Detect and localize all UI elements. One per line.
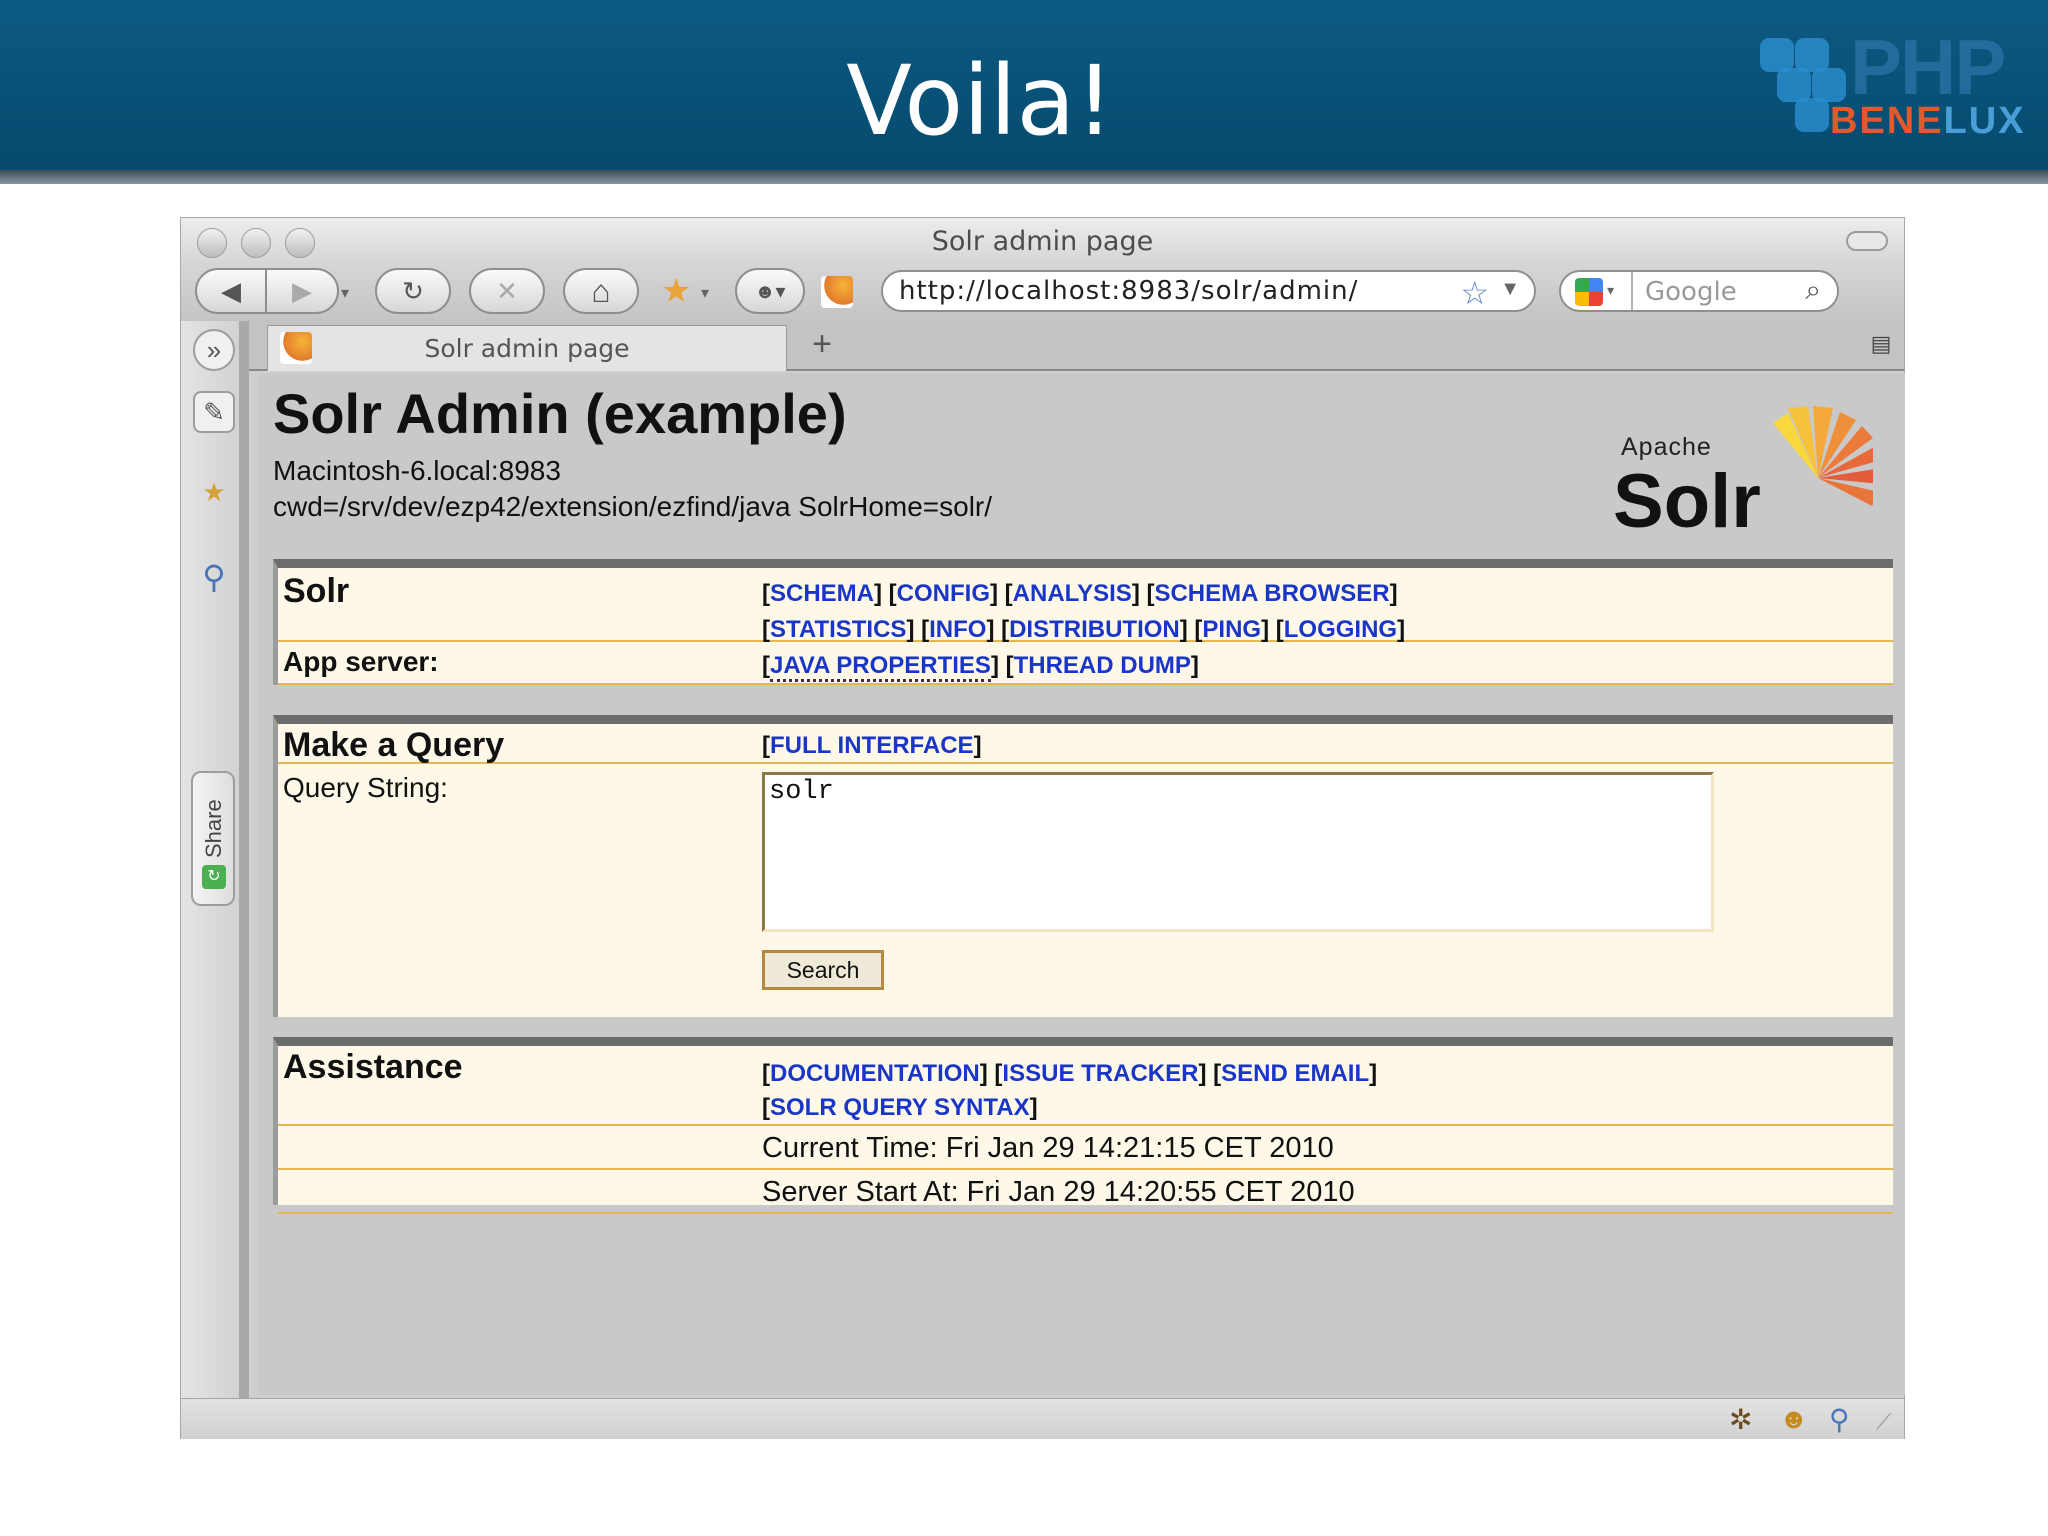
window-title: Solr admin page <box>931 226 1154 257</box>
ping-link[interactable]: PING <box>1202 616 1261 643</box>
stop-icon[interactable]: ✕ <box>469 268 545 314</box>
query-header-row: Make a Query [FULL INTERFACE] <box>278 724 1893 764</box>
solr-query-syntax-link[interactable]: SOLR QUERY SYNTAX <box>770 1094 1030 1121</box>
slide-title: Voila! <box>846 45 1114 157</box>
search-field[interactable]: ▾ Google ⌕ <box>1559 270 1839 312</box>
reload-icon[interactable]: ↻ <box>375 268 451 314</box>
query-string-value: solr <box>769 777 834 807</box>
apache-solr-logo: Apache Solr <box>1613 403 1873 553</box>
query-string-input[interactable]: solr <box>762 772 1714 932</box>
url-field[interactable]: http://localhost:8983/solr/admin/ ☆ ▼ <box>881 270 1536 312</box>
firebug-icon[interactable]: ✲ <box>1729 1403 1752 1436</box>
new-tab-button[interactable]: + <box>797 325 847 369</box>
send-email-link[interactable]: SEND EMAIL <box>1221 1060 1369 1087</box>
slide-header-divider <box>0 170 2048 184</box>
share-button[interactable]: Share ↻ <box>191 771 235 906</box>
app-server-row: App server: [JAVA PROPERTIES] [THREAD DU… <box>278 644 1893 685</box>
assistance-section-label: Assistance <box>283 1048 463 1086</box>
bookmark-icon[interactable]: ★ <box>193 471 235 513</box>
tab-solr-admin[interactable]: Solr admin page <box>267 325 787 371</box>
greasemonkey-icon[interactable]: ☻ <box>1779 1403 1808 1435</box>
distribution-link[interactable]: DISTRIBUTION <box>1009 616 1180 643</box>
current-time-text: Current Time: Fri Jan 29 14:21:15 CET 20… <box>762 1132 1334 1164</box>
php-benelux-logo: PHP BENELUX <box>1755 23 2025 145</box>
url-dropdown-icon[interactable]: ▼ <box>1500 278 1520 301</box>
tab-title: Solr admin page <box>424 334 630 363</box>
solr-logo-text: Solr <box>1613 459 1761 544</box>
assistance-panel: Assistance [DOCUMENTATION] [ISSUE TRACKE… <box>273 1037 1893 1214</box>
thread-dump-link[interactable]: THREAD DUMP <box>1014 652 1191 679</box>
host-text: Macintosh-6.local:8983 <box>273 455 561 486</box>
app-server-label: App server: <box>283 646 439 677</box>
window-titlebar: Solr admin page <box>181 218 1904 263</box>
engine-dropdown-icon[interactable]: ▾ <box>1607 282 1614 299</box>
page-content: Solr Admin (example) Macintosh-6.local:8… <box>258 373 1905 1395</box>
toolbar-toggle-button[interactable] <box>1846 231 1888 251</box>
solr-links-row1: [SCHEMA] [CONFIG] [ANALYSIS] [SCHEMA BRO… <box>762 580 1398 607</box>
solr-section-label: Solr <box>283 572 350 610</box>
server-start-row: Server Start At: Fri Jan 29 14:20:55 CET… <box>278 1172 1893 1214</box>
status-bar: ✲ ☻ ⚲ ⟋ <box>181 1398 1904 1439</box>
side-toolbar: » ✎ ★ ⚲ Share ↻ <box>181 321 249 1398</box>
search-placeholder: Google <box>1645 277 1737 307</box>
cwd-text: cwd=/srv/dev/ezp42/extension/ezfind/java… <box>273 491 993 522</box>
assistance-links-row1: [DOCUMENTATION] [ISSUE TRACKER] [SEND EM… <box>762 1060 1378 1087</box>
forward-icon[interactable]: ▶ <box>267 270 337 312</box>
browser-window: Solr admin page ◀ ▶ ▾ ↻ ✕ ⌂ ★ ▾ ☻▾ http:… <box>180 217 1905 1439</box>
logging-link[interactable]: LOGGING <box>1284 616 1397 643</box>
app-server-links: [JAVA PROPERTIES] [THREAD DUMP] <box>762 652 1199 682</box>
full-interface-link[interactable]: FULL INTERFACE <box>770 732 974 759</box>
expand-sidebar-icon[interactable]: » <box>193 329 235 371</box>
bookmarks-star-icon[interactable]: ★ <box>661 271 691 311</box>
schema-link[interactable]: SCHEMA <box>770 580 874 607</box>
query-string-label: Query String: <box>283 772 448 803</box>
assistance-row: Assistance [DOCUMENTATION] [ISSUE TRACKE… <box>278 1046 1893 1126</box>
schema-browser-link[interactable]: SCHEMA BROWSER <box>1154 580 1389 607</box>
info-link[interactable]: INFO <box>929 616 986 643</box>
site-favicon-icon <box>821 276 853 308</box>
share-icon: ↻ <box>202 865 226 889</box>
share-label: Share <box>201 799 226 858</box>
home-icon[interactable]: ⌂ <box>563 268 639 314</box>
identity-icon[interactable]: ☻▾ <box>735 268 805 314</box>
resize-grip-icon[interactable]: ⟋ <box>1876 1409 1891 1435</box>
magnifier-icon[interactable]: ⚲ <box>193 556 235 598</box>
history-dropdown-icon[interactable]: ▾ <box>341 283 349 303</box>
slide-header: Voila! PHP BENELUX <box>0 0 2048 170</box>
back-icon[interactable]: ◀ <box>197 270 267 312</box>
documentation-link[interactable]: DOCUMENTATION <box>770 1060 980 1087</box>
server-start-text: Server Start At: Fri Jan 29 14:20:55 CET… <box>762 1176 1355 1208</box>
solr-panel: Solr [SCHEMA] [CONFIG] [ANALYSIS] [SCHEM… <box>273 559 1893 685</box>
bookmark-star-icon[interactable]: ☆ <box>1460 274 1489 312</box>
java-properties-link[interactable]: JAVA PROPERTIES <box>770 652 991 682</box>
current-time-row: Current Time: Fri Jan 29 14:21:15 CET 20… <box>278 1128 1893 1170</box>
query-section-label: Make a Query <box>283 726 505 764</box>
config-link[interactable]: CONFIG <box>897 580 990 607</box>
bookmarks-dropdown-icon[interactable]: ▾ <box>701 283 709 303</box>
back-forward-group: ◀ ▶ <box>195 268 339 314</box>
issue-tracker-link[interactable]: ISSUE TRACKER <box>1002 1060 1198 1087</box>
search-icon[interactable]: ⌕ <box>1805 274 1821 307</box>
google-engine-icon[interactable] <box>1575 278 1603 306</box>
browser-toolbar: ◀ ▶ ▾ ↻ ✕ ⌂ ★ ▾ ☻▾ http://localhost:8983… <box>181 263 1904 321</box>
search-button[interactable]: Search <box>762 950 884 990</box>
tab-bar: Solr admin page + ▤ <box>181 321 1904 371</box>
assistance-links-row2: [SOLR QUERY SYNTAX] <box>762 1094 1038 1121</box>
statistics-link[interactable]: STATISTICS <box>770 616 906 643</box>
solr-row: Solr [SCHEMA] [CONFIG] [ANALYSIS] [SCHEM… <box>278 568 1893 643</box>
url-text: http://localhost:8983/solr/admin/ <box>899 276 1359 306</box>
query-panel: Make a Query [FULL INTERFACE] Query Stri… <box>273 715 1893 1017</box>
zoom-icon[interactable]: ⚲ <box>1829 1403 1850 1436</box>
solr-links-row2: [STATISTICS] [INFO] [DISTRIBUTION] [PING… <box>762 616 1406 643</box>
tab-list-menu-icon[interactable]: ▤ <box>1866 331 1896 359</box>
page-title: Solr Admin (example) <box>273 382 847 445</box>
tools-icon[interactable]: ✎ <box>193 391 235 433</box>
full-interface-links: [FULL INTERFACE] <box>762 732 982 759</box>
analysis-link[interactable]: ANALYSIS <box>1013 580 1132 607</box>
